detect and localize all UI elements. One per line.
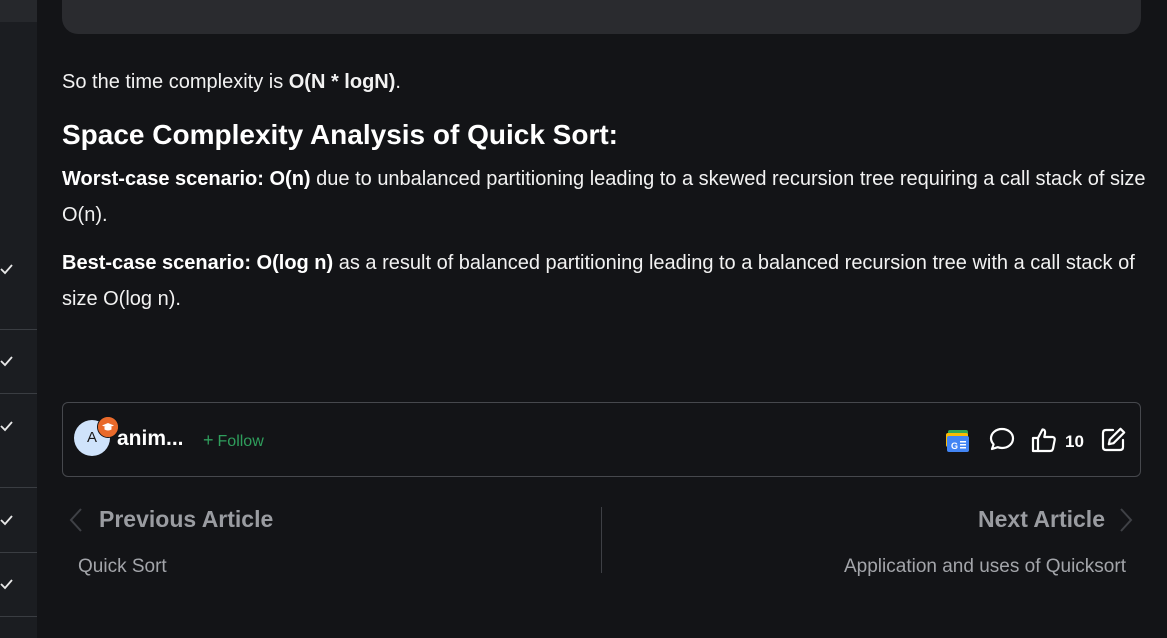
best-case-paragraph: Best-case scenario: O(log n) as a result… — [62, 245, 1147, 317]
chevron-left-icon[interactable] — [68, 507, 84, 533]
space-complexity-heading: Space Complexity Analysis of Quick Sort: — [62, 119, 619, 150]
worst-case-paragraph: Worst-case scenario: O(n) due to unbalan… — [62, 161, 1147, 233]
next-article-title[interactable]: Application and uses of Quicksort — [844, 556, 1126, 578]
complexity-value: O(N * logN) — [288, 71, 396, 93]
check-icon — [0, 356, 13, 367]
nav-divider — [601, 507, 602, 573]
check-icon — [0, 579, 13, 590]
previous-article-link[interactable]: Previous Article — [99, 506, 273, 533]
chevron-right-icon[interactable] — [1118, 507, 1134, 533]
graduation-cap-icon — [97, 416, 119, 438]
follow-button[interactable]: + Follow — [203, 430, 264, 451]
complexity-suffix: . — [395, 71, 401, 93]
time-complexity-paragraph: So the time complexity is O(N * logN). — [62, 68, 401, 96]
sidebar-divider — [0, 552, 37, 553]
svg-text:G: G — [951, 441, 958, 451]
edit-icon[interactable] — [1099, 426, 1127, 454]
check-icon — [0, 515, 13, 526]
sidebar — [0, 0, 37, 638]
sidebar-divider — [0, 329, 37, 330]
google-news-icon[interactable]: G — [945, 428, 971, 454]
next-article-link[interactable]: Next Article — [978, 506, 1105, 533]
thumbs-up-icon[interactable] — [1030, 426, 1058, 454]
follow-label: Follow — [217, 433, 264, 450]
code-block — [62, 0, 1141, 34]
author-name[interactable]: anim... — [117, 427, 184, 451]
worst-case-label: Worst-case scenario: O(n) — [62, 168, 311, 190]
complexity-text: So the time complexity is — [62, 71, 289, 93]
comment-icon[interactable] — [988, 425, 1016, 453]
check-icon — [0, 421, 13, 432]
sidebar-divider — [0, 616, 37, 617]
sidebar-top-item[interactable] — [0, 0, 37, 22]
check-icon — [0, 264, 13, 275]
plus-icon: + — [203, 430, 214, 450]
sidebar-divider — [0, 393, 37, 394]
like-count: 10 — [1065, 432, 1084, 451]
sidebar-divider — [0, 487, 37, 488]
best-case-label: Best-case scenario: O(log n) — [62, 252, 334, 274]
previous-article-title[interactable]: Quick Sort — [78, 556, 167, 578]
author-bar: A anim... + Follow G 10 — [62, 402, 1141, 477]
